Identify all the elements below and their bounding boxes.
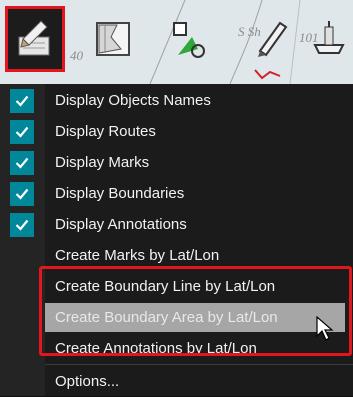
route-tools-button[interactable] <box>160 6 220 72</box>
annotation-tools-button[interactable] <box>240 6 300 72</box>
route-point-icon <box>173 22 205 58</box>
map-area-icon <box>96 22 130 56</box>
menu-item-display-boundaries[interactable]: Display Boundaries <box>0 178 353 209</box>
menu-item-label: Display Boundaries <box>55 185 185 202</box>
checkbox-checked-icon[interactable] <box>10 89 34 113</box>
ship-tools-button[interactable] <box>305 6 353 72</box>
checkbox-checked-icon[interactable] <box>10 182 34 206</box>
menu-item-label: Display Objects Names <box>55 92 211 109</box>
menu-item-label: Display Marks <box>55 154 150 171</box>
menu-item-label: Options... <box>55 373 120 390</box>
draw-tools-button[interactable] <box>5 6 65 72</box>
menu-item-display-objects-names[interactable]: Display Objects Names <box>0 85 353 116</box>
toolbar: S Sh 40 101 <box>0 0 353 84</box>
annotation-highlight-box <box>39 266 352 356</box>
mouse-cursor-icon <box>316 316 334 341</box>
menu-separator <box>45 364 353 365</box>
chart-label-sounding: 40 <box>70 48 83 63</box>
pencil-notepad-icon <box>18 20 50 56</box>
checkbox-checked-icon[interactable] <box>10 213 34 237</box>
menu-item-display-annotations[interactable]: Display Annotations <box>0 209 353 240</box>
menu-item-label: Display Annotations <box>55 216 187 233</box>
checkmark-icon <box>15 219 29 231</box>
menu-item-display-marks[interactable]: Display Marks <box>0 147 353 178</box>
menu-item-options[interactable]: Options... <box>0 366 353 397</box>
checkmark-icon <box>15 126 29 138</box>
menu-item-label: Display Routes <box>55 123 156 140</box>
pen-annotation-icon <box>258 21 288 57</box>
checkmark-icon <box>15 188 29 200</box>
checkmark-icon <box>15 157 29 169</box>
ship-icon <box>313 21 345 54</box>
checkbox-checked-icon[interactable] <box>10 151 34 175</box>
checkmark-icon <box>15 95 29 107</box>
checkbox-checked-icon[interactable] <box>10 120 34 144</box>
menu-item-display-routes[interactable]: Display Routes <box>0 116 353 147</box>
area-tools-button[interactable] <box>83 6 143 72</box>
